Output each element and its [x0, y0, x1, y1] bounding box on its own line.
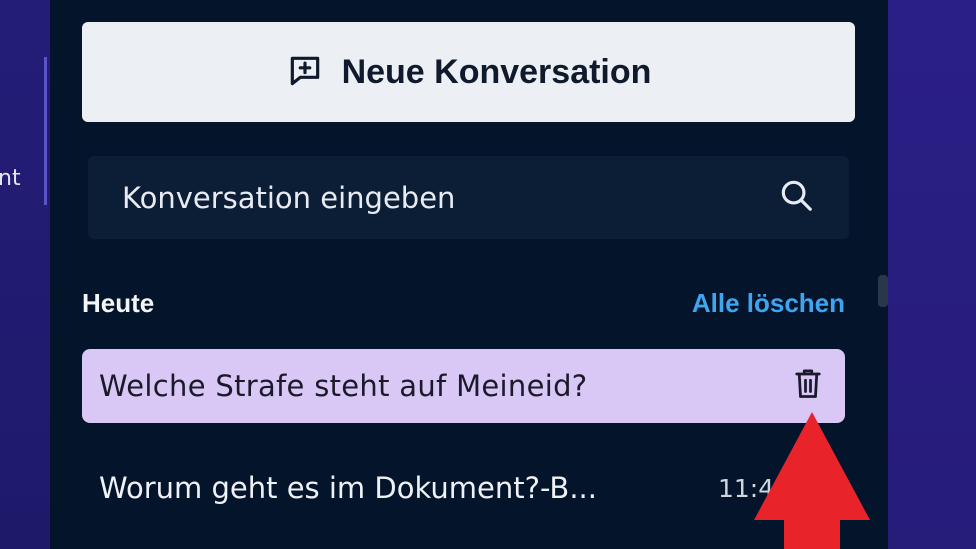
search-icon[interactable]: [777, 176, 815, 219]
nav-accent-line: [44, 57, 47, 205]
search-bar: [88, 156, 849, 239]
scrollbar-thumb[interactable]: [878, 275, 888, 307]
section-title-today: Heute: [82, 287, 155, 318]
background-right-strip: [888, 0, 976, 549]
conversation-title: Worum geht es im Dokument?-B...: [99, 471, 597, 505]
truncated-nav-label: nt: [0, 166, 21, 191]
clear-all-link[interactable]: Alle löschen: [692, 288, 845, 319]
section-header: Heute Alle löschen: [82, 286, 845, 320]
new-chat-icon: [286, 52, 324, 93]
conversation-title: Welche Strafe steht auf Meineid?: [99, 369, 588, 403]
conversation-item[interactable]: Worum geht es im Dokument?-B... 11:49: [82, 455, 845, 521]
trash-icon[interactable]: [793, 367, 823, 406]
background-left-strip: nt: [0, 0, 50, 549]
new-conversation-button[interactable]: Neue Konversation: [82, 22, 855, 122]
red-arrow-annotation-icon: [754, 412, 870, 549]
conversation-item-active[interactable]: Welche Strafe steht auf Meineid?: [82, 349, 845, 423]
new-conversation-label: Neue Konversation: [341, 52, 652, 91]
search-input[interactable]: [122, 180, 777, 215]
